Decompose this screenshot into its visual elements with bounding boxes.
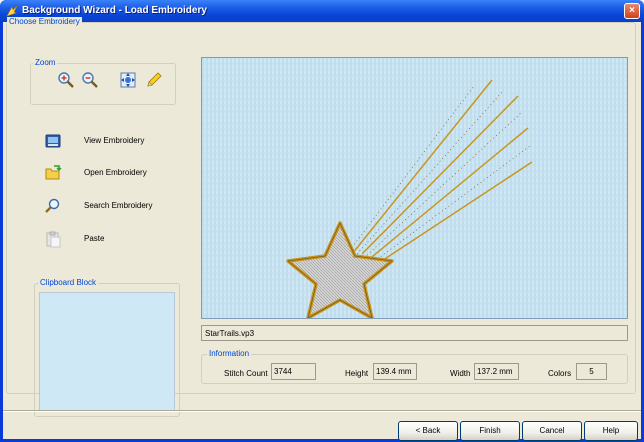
paste-action[interactable]: Paste bbox=[43, 229, 183, 249]
width-value: 137.2 mm bbox=[474, 363, 519, 380]
embroidery-preview[interactable] bbox=[201, 57, 628, 319]
finish-button[interactable]: Finish bbox=[460, 421, 520, 441]
width-label: Width bbox=[450, 369, 471, 378]
search-embroidery-action[interactable]: Search Embroidery bbox=[43, 196, 183, 216]
view-icon bbox=[45, 134, 61, 148]
zoom-in-button[interactable] bbox=[56, 70, 76, 90]
zoom-legend: Zoom bbox=[33, 58, 58, 68]
stitch-count-label: Stitch Count bbox=[224, 369, 268, 378]
app-icon bbox=[6, 5, 18, 17]
file-name-field: StarTrails.vp3 bbox=[201, 325, 628, 341]
open-embroidery-label: Open Embroidery bbox=[84, 168, 147, 177]
cancel-button[interactable]: Cancel bbox=[522, 421, 582, 441]
file-name-text: StarTrails.vp3 bbox=[205, 329, 255, 338]
zoom-out-button[interactable] bbox=[80, 70, 100, 90]
open-folder-icon bbox=[45, 165, 62, 180]
search-icon bbox=[45, 198, 60, 213]
view-embroidery-label: View Embroidery bbox=[84, 136, 145, 145]
paste-label: Paste bbox=[84, 234, 105, 243]
colors-value: 5 bbox=[576, 363, 607, 380]
paste-icon bbox=[46, 231, 61, 248]
measure-button[interactable] bbox=[144, 70, 164, 90]
height-label: Height bbox=[345, 369, 369, 378]
zoom-fit-button[interactable] bbox=[118, 70, 138, 90]
separator bbox=[3, 410, 641, 412]
clipboard-block-legend: Clipboard Block bbox=[38, 278, 99, 288]
zoom-fit-icon bbox=[120, 72, 136, 88]
zoom-in-icon bbox=[58, 72, 74, 88]
close-button[interactable]: × bbox=[624, 3, 640, 19]
view-embroidery-action[interactable]: View Embroidery bbox=[43, 131, 183, 151]
window-title: Background Wizard - Load Embroidery bbox=[22, 5, 207, 16]
back-button[interactable]: < Back bbox=[398, 421, 458, 441]
help-button[interactable]: Help bbox=[584, 421, 638, 441]
title-bar[interactable]: Background Wizard - Load Embroidery × bbox=[0, 0, 644, 22]
clipboard-preview bbox=[39, 292, 175, 412]
information-legend: Information bbox=[207, 349, 252, 359]
open-embroidery-action[interactable]: Open Embroidery bbox=[43, 163, 183, 183]
height-value: 139.4 mm bbox=[373, 363, 417, 380]
zoom-out-icon bbox=[82, 72, 98, 88]
embroidery-image bbox=[202, 58, 627, 318]
search-embroidery-label: Search Embroidery bbox=[84, 201, 153, 210]
stitch-count-value: 3744 bbox=[271, 363, 316, 380]
choose-embroidery-legend: Choose Embroidery bbox=[7, 17, 82, 27]
colors-label: Colors bbox=[548, 369, 572, 378]
pencil-icon bbox=[147, 72, 162, 87]
